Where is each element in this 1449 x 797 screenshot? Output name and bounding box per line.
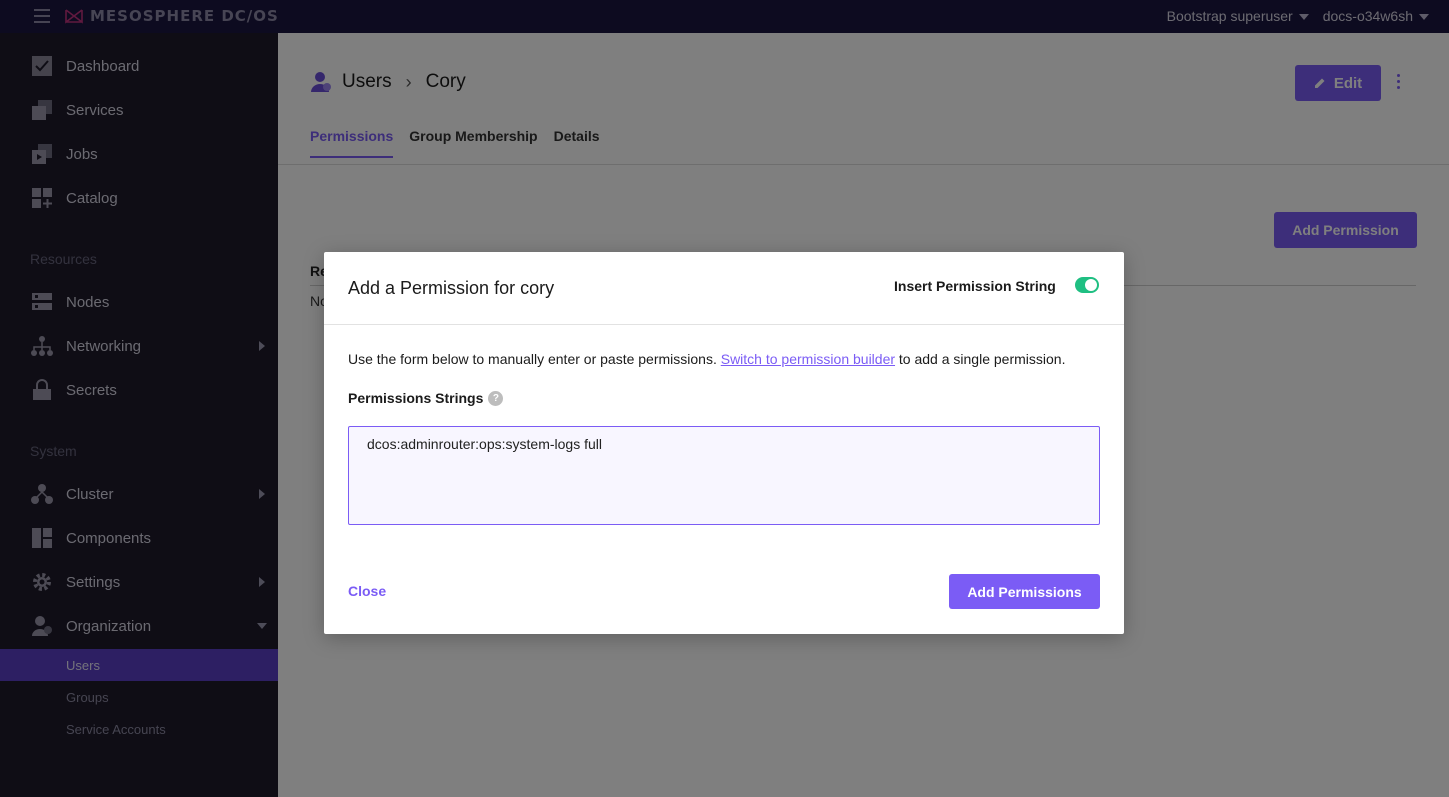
permissions-strings-label: Permissions Strings ? <box>348 390 504 406</box>
switch-to-permission-builder-link[interactable]: Switch to permission builder <box>721 351 895 367</box>
add-permissions-button[interactable]: Add Permissions <box>949 574 1100 609</box>
insert-permission-string-toggle[interactable] <box>1075 277 1099 293</box>
description-text-end: to add a single permission. <box>898 351 1066 367</box>
modal-title: Add a Permission for cory <box>348 278 555 298</box>
insert-permission-string-label: Insert Permission String <box>894 278 1056 294</box>
toggle-knob <box>1085 279 1097 291</box>
close-button[interactable]: Close <box>348 583 386 599</box>
modal-header-divider <box>324 324 1124 325</box>
modal-description: Use the form below to manually enter or … <box>348 351 1065 367</box>
description-text: Use the form below to manually enter or … <box>348 351 717 367</box>
field-label-text: Permissions Strings <box>348 390 484 406</box>
add-permission-modal: Add a Permission for cory Insert Permiss… <box>324 252 1124 634</box>
permissions-strings-textarea[interactable]: dcos:adminrouter:ops:system-logs full <box>348 426 1100 525</box>
help-icon[interactable]: ? <box>488 390 504 406</box>
